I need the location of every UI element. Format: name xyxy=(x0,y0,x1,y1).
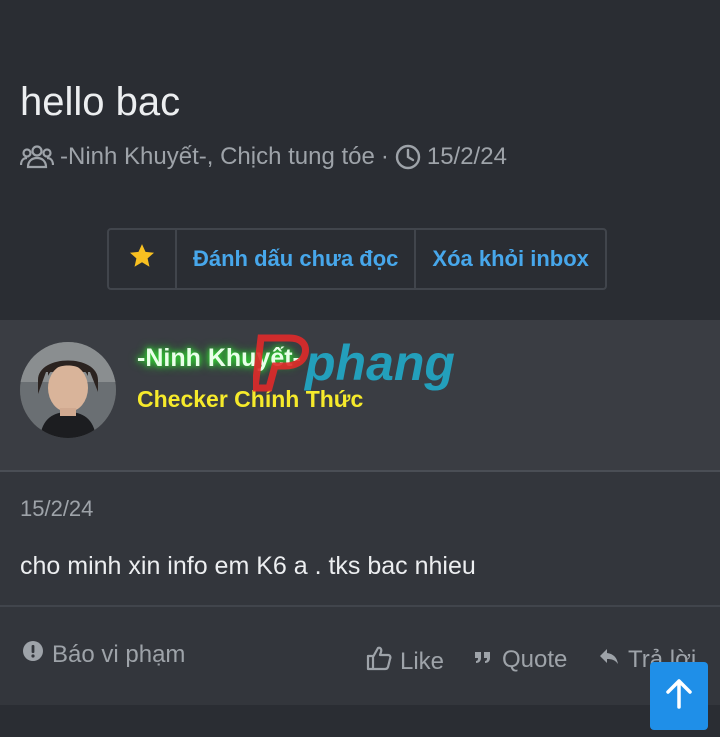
star-button[interactable] xyxy=(109,230,177,288)
quote-button[interactable]: Quote xyxy=(472,645,567,674)
quote-label: Quote xyxy=(502,645,568,673)
warning-icon xyxy=(22,640,44,669)
star-icon xyxy=(128,242,156,276)
thread-meta: -Ninh Khuyết-, Chịch tung tóe · 15/2/24 xyxy=(20,143,507,171)
post-date: 15/2/24 xyxy=(20,496,94,521)
mark-unread-button[interactable]: Đánh dấu chưa đọc xyxy=(177,230,417,288)
quote-icon xyxy=(472,645,494,674)
post-message: cho minh xin info em K6 a . tks bac nhie… xyxy=(20,552,476,580)
remove-inbox-button[interactable]: Xóa khỏi inbox xyxy=(416,230,604,288)
report-button[interactable]: Báo vi phạm xyxy=(22,640,185,669)
like-button[interactable]: Like xyxy=(366,645,444,678)
post-user-block: -Ninh Khuyết- Checker Chính Thức phang xyxy=(0,320,720,472)
participants-icon xyxy=(20,144,54,170)
thread-header: hello bac -Ninh Khuyết-, Chịch tung tóe … xyxy=(0,0,720,320)
post-footer: Báo vi phạm Like Quote Trả lời xyxy=(0,607,720,705)
svg-text:phang: phang xyxy=(303,335,455,391)
clock-icon xyxy=(395,144,421,170)
thread-title: hello bac xyxy=(20,80,181,124)
page-bottom-strip xyxy=(0,705,720,737)
avatar[interactable] xyxy=(20,342,116,438)
message-post: -Ninh Khuyết- Checker Chính Thức phang 1… xyxy=(0,320,720,705)
scroll-to-top-button[interactable] xyxy=(650,662,708,730)
thumbs-up-icon xyxy=(366,645,392,678)
report-label: Báo vi phạm xyxy=(52,640,186,668)
meta-separator: · xyxy=(380,143,389,170)
thread-action-bar: Đánh dấu chưa đọc Xóa khỏi inbox xyxy=(107,228,607,290)
reply-icon xyxy=(598,645,620,674)
thread-date: 15/2/24 xyxy=(426,143,507,170)
watermark-logo: phang xyxy=(251,332,475,396)
arrow-up-icon xyxy=(664,678,694,715)
like-label: Like xyxy=(400,647,445,675)
participants-text[interactable]: -Ninh Khuyết-, Chịch tung tóe xyxy=(60,143,375,171)
